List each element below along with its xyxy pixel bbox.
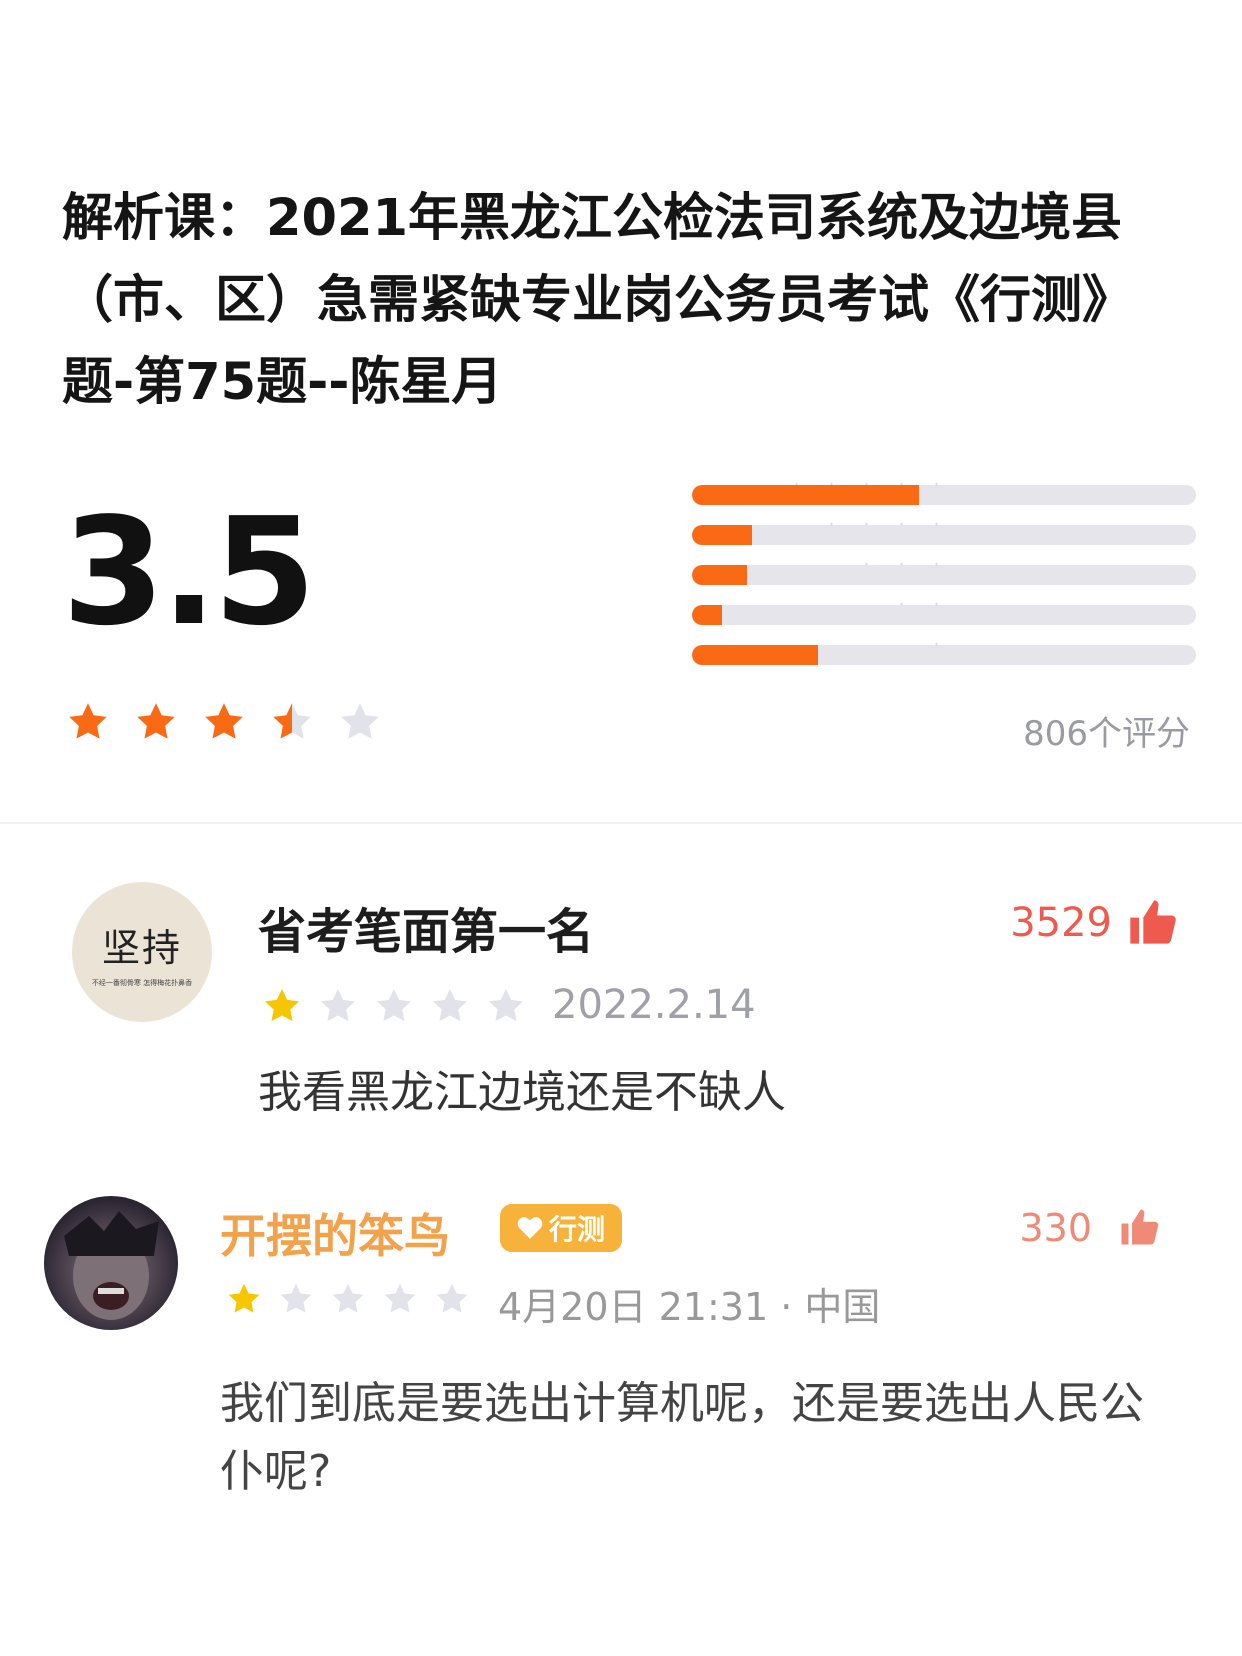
thumbs-up-icon[interactable] — [1118, 1206, 1160, 1252]
distribution-row-3 — [470, 560, 1196, 588]
review-stars — [262, 986, 526, 1026]
avatar-subtext: 不经一番彻骨寒 怎得梅花扑鼻香 — [91, 978, 193, 987]
distribution-bar — [692, 605, 1196, 625]
overall-stars — [66, 700, 382, 744]
star-icon — [486, 986, 526, 1026]
distribution-bar — [692, 565, 1196, 585]
avatar-text: 坚持 — [101, 925, 182, 970]
avatar[interactable] — [44, 1196, 178, 1330]
star-icon — [262, 986, 302, 1026]
review-username[interactable]: 省考笔面第一名 — [258, 892, 594, 962]
like-count: 3529 — [1010, 900, 1112, 946]
avatar[interactable]: 坚持 不经一番彻骨寒 怎得梅花扑鼻香 — [72, 882, 212, 1022]
distribution-row-5 — [470, 480, 1196, 508]
distribution-bar-fill — [692, 565, 748, 585]
rating-count: 806个评分 — [1023, 714, 1190, 754]
star-icon — [434, 1281, 470, 1317]
review-text: 我们到底是要选出计算机呢，还是要选出人民公仆呢? — [220, 1378, 1144, 1497]
star-icon — [338, 700, 382, 744]
distribution-bar — [692, 525, 1196, 545]
star-icon — [270, 700, 314, 744]
distribution-row-4 — [470, 520, 1196, 548]
distribution-bar — [692, 645, 1196, 665]
section-divider — [0, 822, 1242, 824]
distribution-bar-fill — [692, 605, 723, 625]
review-date: 4月20日 21:31 · 中国 — [498, 1285, 881, 1329]
star-icon — [330, 1281, 366, 1317]
star-icon — [134, 700, 178, 744]
distribution-bar-fill — [692, 645, 818, 665]
star-icon — [278, 1281, 314, 1317]
star-icon — [430, 986, 470, 1026]
like-count: 330 — [1019, 1206, 1092, 1250]
heart-icon — [517, 1217, 543, 1239]
star-icon — [318, 986, 358, 1026]
star-icon — [226, 1281, 262, 1317]
distribution-bar — [692, 485, 1196, 505]
star-icon — [382, 1281, 418, 1317]
badge-label: 行测 — [548, 1213, 605, 1246]
review-stars — [226, 1281, 470, 1317]
review-date: 2022.2.14 — [552, 982, 756, 1028]
distribution-bar-fill — [692, 525, 753, 545]
distribution-bar-fill — [692, 485, 919, 505]
course-title: 解析课：2021年黑龙江公检法司系统及边境县（市、区）急需紧缺专业岗公务员考试《… — [62, 189, 1134, 412]
star-icon — [374, 986, 414, 1026]
review-text: 我看黑龙江边境还是不缺人 — [258, 1067, 786, 1118]
subject-badge: 行测 — [500, 1204, 622, 1252]
star-icon — [66, 700, 110, 744]
distribution-row-2 — [470, 600, 1196, 628]
rating-score: 3.5 — [62, 486, 316, 658]
distribution-row-1 — [470, 640, 1196, 668]
thumbs-up-icon[interactable] — [1126, 896, 1178, 952]
star-icon — [202, 700, 246, 744]
review-username[interactable]: 开摆的笨鸟 — [220, 1200, 450, 1266]
